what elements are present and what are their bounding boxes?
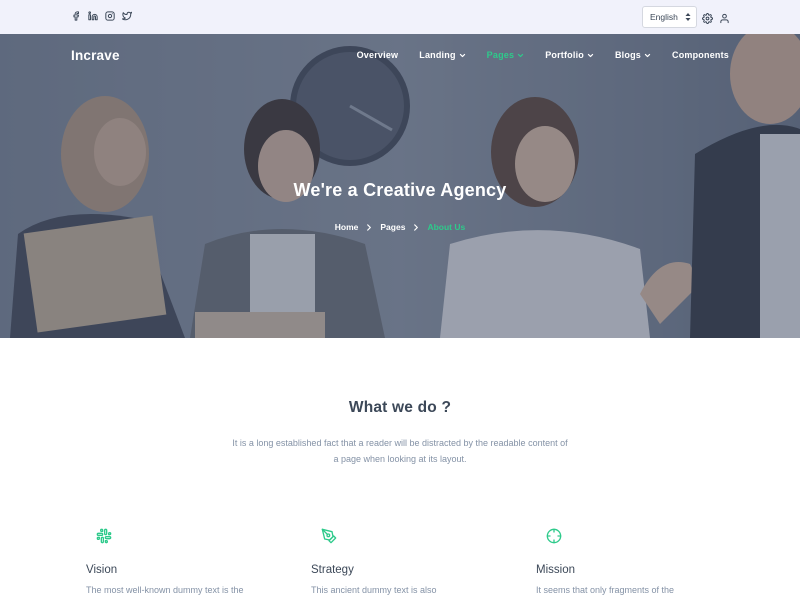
nav-item-pages[interactable]: Pages xyxy=(487,50,525,60)
breadcrumb-pages[interactable]: Pages xyxy=(380,222,405,232)
feature-text: It seems that only fragments of the xyxy=(536,585,675,595)
nav-item-label: Blogs xyxy=(614,50,641,60)
feature-text: The most well-known dummy text is the xyxy=(86,585,244,595)
top-bar: English xyxy=(0,0,800,34)
breadcrumb-current: About Us xyxy=(427,222,466,232)
chevron-down-icon xyxy=(459,53,465,57)
feature-card-vision: Vision The most well-known dummy text is… xyxy=(86,528,286,595)
pen-tool-icon xyxy=(321,528,337,544)
nav-item-label: Components xyxy=(672,50,729,60)
chevron-right-icon xyxy=(414,223,419,231)
main-nav: Overview Landing Pages Portfolio Blogs C… xyxy=(357,50,729,60)
crosshair-icon xyxy=(546,528,562,544)
feature-card-strategy: Strategy This ancient dummy text is also xyxy=(311,528,511,595)
feature-card-mission: Mission It seems that only fragments of … xyxy=(536,528,736,595)
language-select[interactable]: English xyxy=(642,6,697,28)
slack-icon xyxy=(96,528,112,544)
feature-title: Strategy xyxy=(311,564,354,576)
twitter-icon[interactable] xyxy=(121,9,132,23)
select-caret-icon xyxy=(685,13,691,21)
language-select-value: English xyxy=(650,12,678,22)
chevron-down-icon xyxy=(518,53,524,57)
feature-title: Vision xyxy=(86,564,118,576)
user-icon[interactable] xyxy=(719,11,730,24)
page-title: We're a Creative Agency xyxy=(293,180,507,200)
nav-item-label: Pages xyxy=(486,50,515,60)
social-links xyxy=(70,9,132,23)
nav-item-blogs[interactable]: Blogs xyxy=(615,50,651,60)
nav-item-overview[interactable]: Overview xyxy=(357,50,399,60)
linkedin-icon[interactable] xyxy=(87,9,98,23)
feature-title: Mission xyxy=(536,564,575,576)
brand-logo[interactable]: Incrave xyxy=(71,48,120,63)
instagram-icon[interactable] xyxy=(104,9,115,23)
section-title: What we do ? xyxy=(348,399,452,416)
hero-section: Incrave Overview Landing Pages Portfolio… xyxy=(0,34,800,338)
nav-item-components[interactable]: Components xyxy=(672,50,729,60)
chevron-right-icon xyxy=(367,223,372,231)
nav-item-portfolio[interactable]: Portfolio xyxy=(545,50,594,60)
breadcrumb-home[interactable]: Home xyxy=(335,222,359,232)
settings-icon[interactable] xyxy=(701,11,714,25)
nav-item-label: Portfolio xyxy=(545,50,584,60)
feature-text: This ancient dummy text is also xyxy=(311,585,437,595)
nav-item-landing[interactable]: Landing xyxy=(419,50,465,60)
chevron-down-icon xyxy=(644,53,651,57)
nav-item-label: Landing xyxy=(419,50,456,60)
breadcrumb: Home Pages About Us xyxy=(0,222,800,232)
chevron-down-icon xyxy=(587,53,594,57)
nav-item-label: Overview xyxy=(356,50,399,60)
facebook-icon[interactable] xyxy=(70,9,81,23)
section-description: It is a long established fact that a rea… xyxy=(232,438,568,464)
